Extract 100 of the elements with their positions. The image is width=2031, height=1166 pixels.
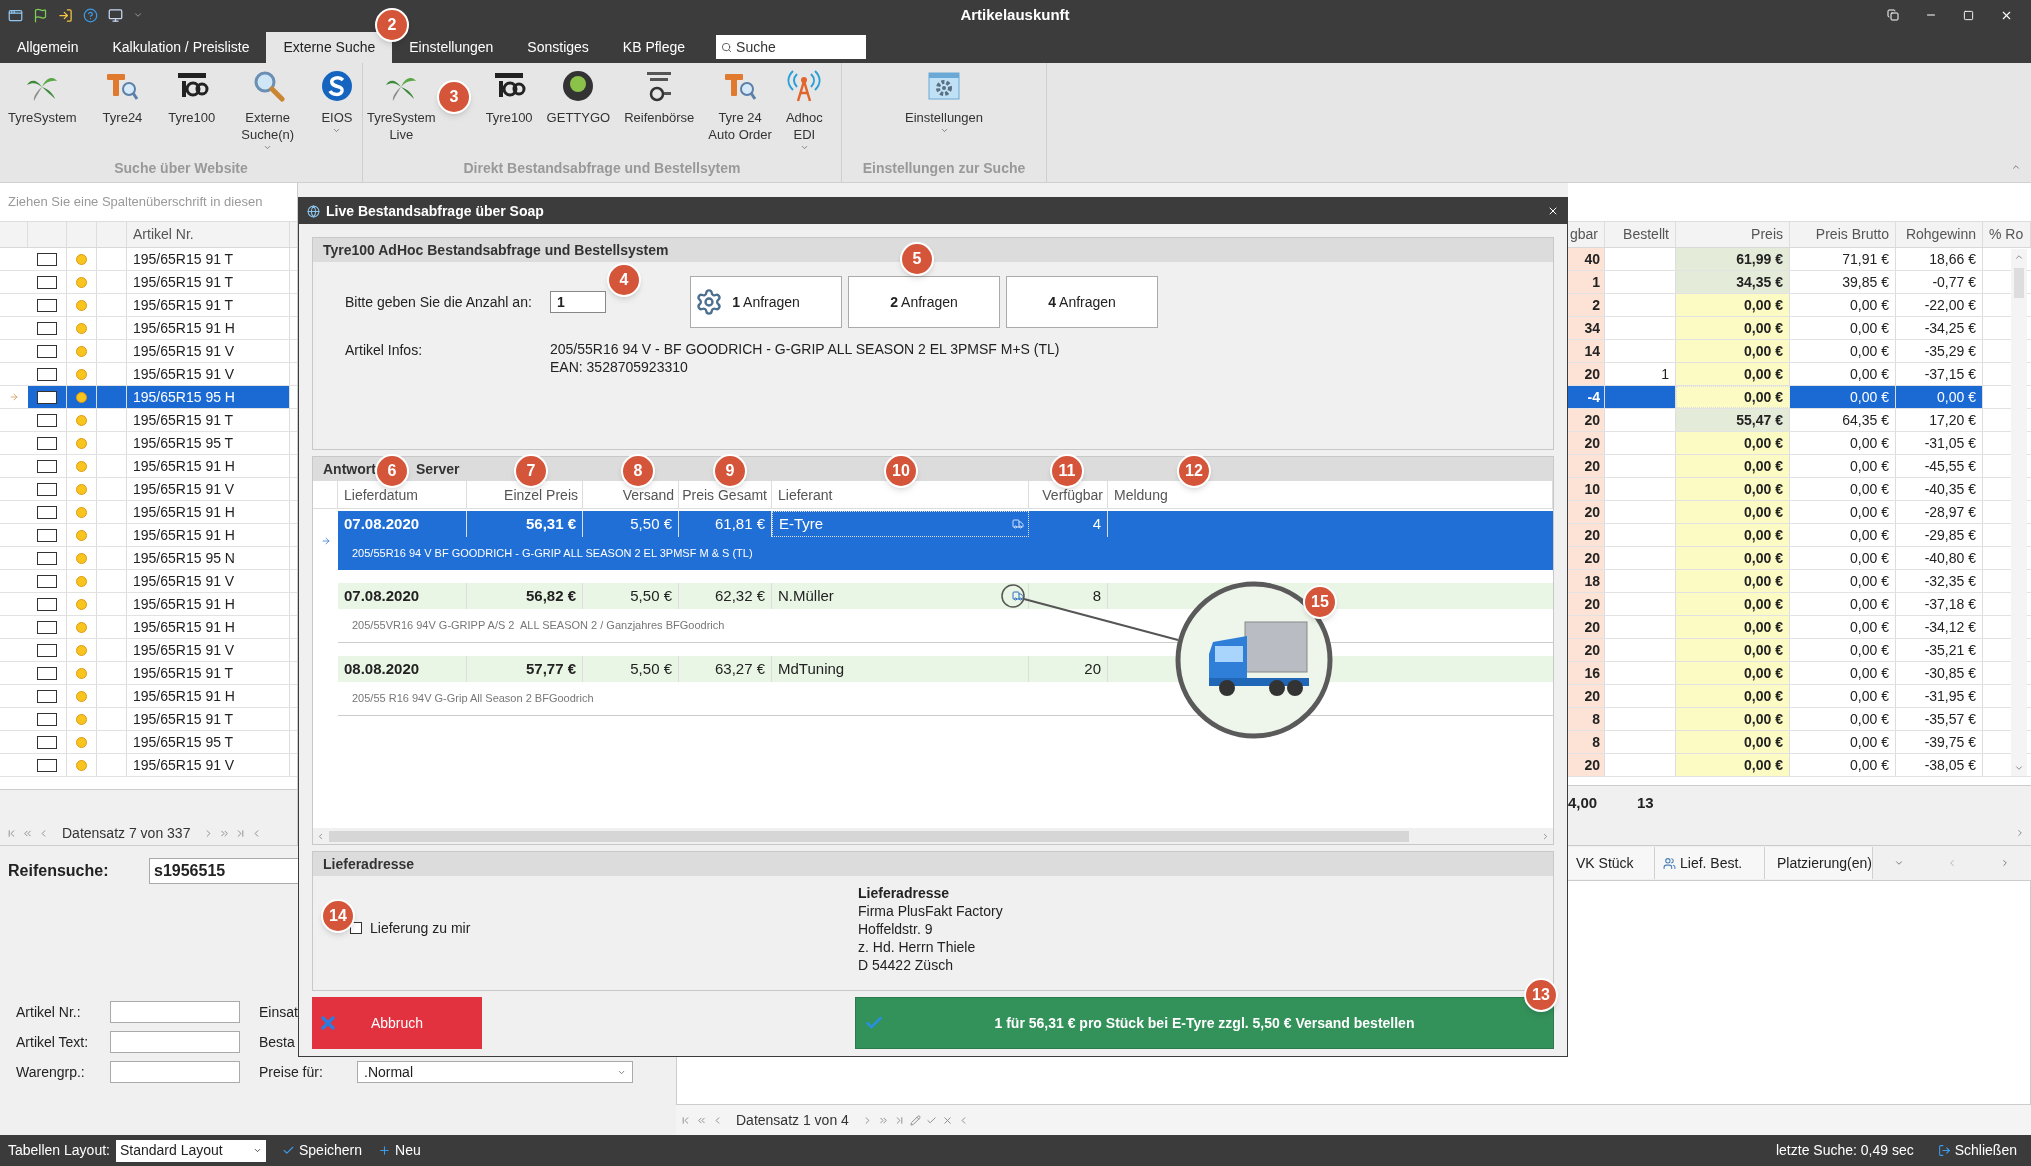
- table-row[interactable]: 195/65R15 91 V: [0, 340, 297, 363]
- cancel-button[interactable]: Abbruch: [312, 997, 482, 1049]
- table-row[interactable]: 195/65R15 91 H: [0, 501, 297, 524]
- close-icon: [318, 1013, 338, 1033]
- checkbox[interactable]: [37, 666, 57, 680]
- ribbon-tab[interactable]: KB Pflege: [605, 32, 703, 63]
- checkbox[interactable]: [37, 758, 57, 772]
- table-row[interactable]: 195/65R15 91 T: [0, 271, 297, 294]
- input-field[interactable]: [110, 1031, 240, 1053]
- table-row[interactable]: 195/65R15 91 V: [0, 639, 297, 662]
- checkbox[interactable]: [37, 528, 57, 542]
- table-cell: 34,35 €: [1676, 271, 1790, 293]
- article-info: 205/55R16 94 V - BF GOODRICH - G-GRIP ALL SEASON 2 EL 3PMSF M+S (TL): [550, 340, 1060, 358]
- checkbox[interactable]: [37, 459, 57, 473]
- table-cell: 0,00 €: [1790, 501, 1896, 523]
- ribbon-button[interactable]: TyreSystem: [4, 69, 81, 126]
- new-button[interactable]: Neu: [378, 1140, 421, 1161]
- search-field[interactable]: Suche: [716, 35, 867, 59]
- checkbox[interactable]: [37, 275, 57, 289]
- table-row[interactable]: 195/65R15 91 H: [0, 685, 297, 708]
- tab[interactable]: VK Stück: [1568, 847, 1655, 879]
- table-row[interactable]: 195/65R15 91 T: [0, 708, 297, 731]
- table-row[interactable]: 195/65R15 91 H: [0, 593, 297, 616]
- checkbox[interactable]: [37, 321, 57, 335]
- ribbon-button[interactable]: Externe Suche(n): [237, 69, 298, 152]
- input-field[interactable]: [110, 1061, 240, 1083]
- dropdown[interactable]: .Normal: [357, 1061, 633, 1083]
- checkbox[interactable]: [37, 436, 57, 450]
- checkbox[interactable]: [37, 574, 57, 588]
- ribbon-button[interactable]: Tyre100: [164, 69, 220, 126]
- checkbox[interactable]: [37, 367, 57, 381]
- table-cell: 71,91 €: [1790, 248, 1896, 270]
- checkbox[interactable]: [37, 689, 57, 703]
- request-button[interactable]: 1 Anfragen: [690, 276, 842, 328]
- group-hint: Ziehen Sie eine Spaltenüberschrift in diesen: [8, 193, 263, 212]
- close-button[interactable]: Schließen: [1937, 1140, 2017, 1161]
- ribbon-button[interactable]: TyreSystem Live: [367, 69, 436, 143]
- table-row[interactable]: 195/65R15 91 V: [0, 570, 297, 593]
- table-cell: -40,35 €: [1896, 478, 1983, 500]
- table-cell: 0,00 €: [1790, 593, 1896, 615]
- checkbox[interactable]: [37, 735, 57, 749]
- table-row[interactable]: 195/65R15 91 V: [0, 478, 297, 501]
- table-row[interactable]: 195/65R15 91 T: [0, 294, 297, 317]
- ribbon-button[interactable]: EIOS: [316, 69, 358, 135]
- table-row[interactable]: -4 0,00 € 0,00 € 0,00 €: [1568, 386, 2031, 409]
- table-row[interactable]: 195/65R15 91 H: [0, 524, 297, 547]
- table-row[interactable]: 195/65R15 91 T: [0, 409, 297, 432]
- table-cell: 195/65R15 91 V: [127, 478, 290, 500]
- checkbox[interactable]: [37, 643, 57, 657]
- ribbon-tab[interactable]: Externe Suche: [266, 32, 393, 63]
- ribbon-button[interactable]: Reifenbörse: [624, 69, 695, 126]
- table-row[interactable]: 20 0,00 € 0,00 € -38,05 €: [1568, 754, 2031, 777]
- input-field[interactable]: [110, 1001, 240, 1023]
- ribbon-button[interactable]: GETTYGO: [546, 69, 611, 126]
- ribbon-tab[interactable]: Allgemein: [0, 32, 96, 63]
- ribbon-button[interactable]: Tyre100: [485, 69, 533, 126]
- checkbox[interactable]: [37, 482, 57, 496]
- tab[interactable]: Platzierung(en): [1765, 847, 1873, 879]
- ribbon-button[interactable]: Einstellungen: [904, 69, 984, 135]
- table-row[interactable]: 195/65R15 91 H: [0, 317, 297, 340]
- checkbox[interactable]: [37, 597, 57, 611]
- table-row[interactable]: 195/65R15 91 H: [0, 616, 297, 639]
- table-row[interactable]: 195/65R15 95 N: [0, 547, 297, 570]
- ribbon-button[interactable]: Tyre24: [98, 69, 147, 126]
- table-cell: 56,82 €: [467, 583, 583, 609]
- checkbox[interactable]: [37, 620, 57, 634]
- table-cell: 195/65R15 91 T: [127, 409, 290, 431]
- table-row[interactable]: 195/65R15 95 T: [0, 432, 297, 455]
- table-row[interactable]: 195/65R15 95 T: [0, 731, 297, 754]
- ribbon-button[interactable]: Adhoc EDI: [785, 69, 823, 152]
- table-cell: 20: [1568, 432, 1605, 454]
- checkbox[interactable]: [37, 505, 57, 519]
- checkbox[interactable]: [37, 712, 57, 726]
- result-row[interactable]: 07.08.2020 56,31 € 5,50 € 61,81 € E-Tyre 4 205/55R16 94 V BF GOODRICH - G-GRIP ALL SEASON 2 EL 3PMSF M & S (TL): [338, 511, 1553, 570]
- search-icon: [721, 42, 733, 53]
- quantity-field[interactable]: 1: [550, 291, 606, 313]
- ring-icon: [561, 69, 596, 103]
- checkbox[interactable]: [37, 413, 57, 427]
- request-button[interactable]: 2 Anfragen: [848, 276, 1000, 328]
- checkbox[interactable]: [37, 551, 57, 565]
- checkbox[interactable]: [37, 390, 57, 404]
- checkbox[interactable]: [37, 344, 57, 358]
- table-cell: 20: [1029, 656, 1108, 682]
- table-cell: 195/65R15 91 H: [127, 616, 290, 638]
- table-row[interactable]: 195/65R15 91 H: [0, 455, 297, 478]
- request-button[interactable]: 4 Anfragen: [1006, 276, 1158, 328]
- table-row[interactable]: 195/65R15 91 T: [0, 248, 297, 271]
- tab[interactable]: Lief. Best.: [1655, 847, 1765, 879]
- table-row[interactable]: 195/65R15 91 T: [0, 662, 297, 685]
- ribbon-tab[interactable]: Sonstiges: [510, 32, 606, 63]
- save-button[interactable]: Speichern: [281, 1140, 362, 1161]
- flag-icon: [33, 7, 48, 23]
- ribbon-button[interactable]: Tyre 24 Auto Order: [708, 69, 772, 143]
- scrollbar[interactable]: [2011, 249, 2027, 776]
- scrollbar[interactable]: [313, 828, 1553, 844]
- layout-dropdown[interactable]: Standard Layout: [115, 1139, 266, 1162]
- checkbox[interactable]: [37, 252, 57, 266]
- ribbon-tab[interactable]: Kalkulation / Preisliste: [95, 32, 267, 63]
- checkbox[interactable]: [37, 298, 57, 312]
- table-row[interactable]: 195/65R15 95 H: [0, 386, 297, 409]
